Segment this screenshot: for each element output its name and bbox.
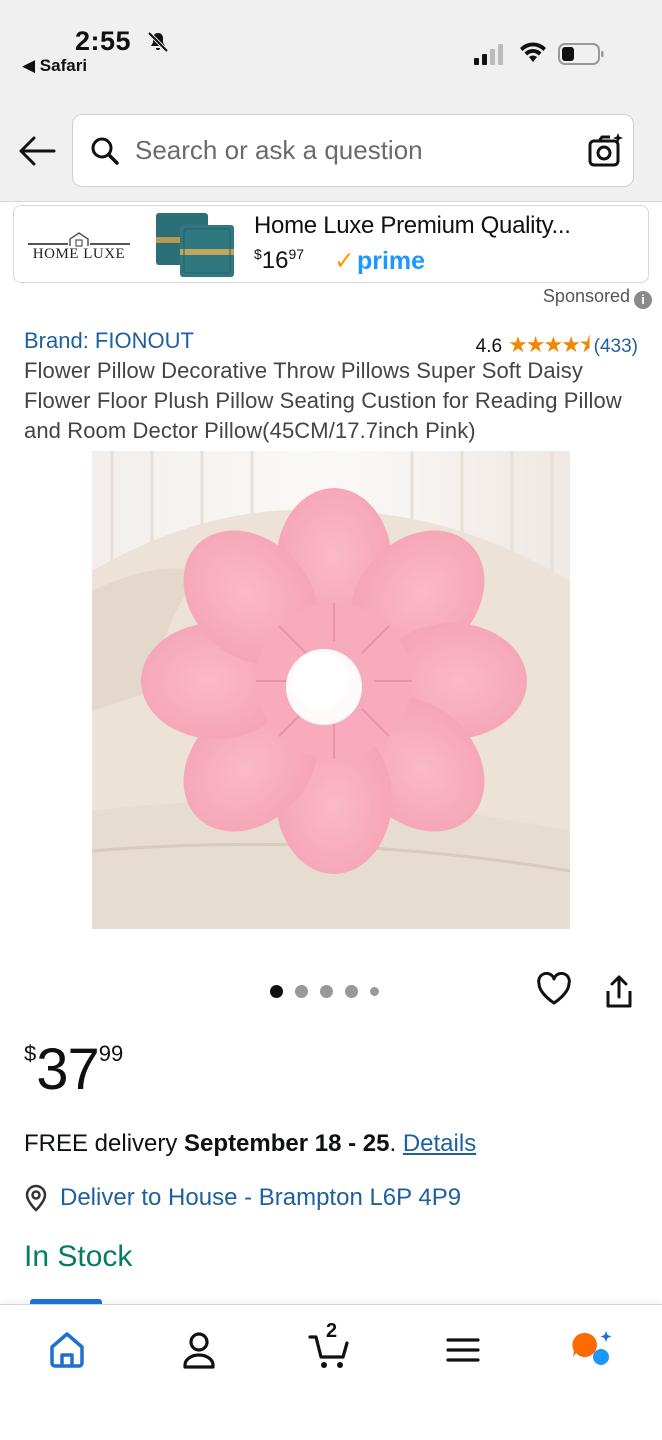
- account-icon[interactable]: [174, 1325, 224, 1375]
- carousel-dot[interactable]: [295, 985, 308, 998]
- sponsored-label[interactable]: Sponsored i: [543, 286, 652, 309]
- logo-text: HOME LUXE: [32, 246, 126, 262]
- cart-count: 2: [326, 1320, 338, 1342]
- details-link[interactable]: Details: [403, 1130, 476, 1157]
- ad-product-image: [156, 213, 234, 277]
- battery-icon: [558, 43, 604, 65]
- back-to-app-link[interactable]: ◀ Safari: [22, 56, 87, 76]
- carousel-dot[interactable]: [270, 985, 283, 998]
- location-pin-icon: [25, 1184, 47, 1212]
- bottom-nav: 2: [0, 1299, 662, 1440]
- search-header: [0, 100, 662, 202]
- ad-title: Home Luxe Premium Quality...: [254, 212, 571, 239]
- back-arrow-icon[interactable]: [16, 132, 58, 170]
- stock-status: In Stock: [24, 1240, 133, 1273]
- image-carousel-dots[interactable]: [270, 985, 379, 998]
- search-input[interactable]: [135, 115, 565, 186]
- wifi-icon: [520, 42, 546, 62]
- prime-check-icon: ✓: [334, 247, 355, 275]
- ad-price: $1697: [254, 246, 305, 274]
- wishlist-heart-icon[interactable]: [536, 972, 572, 1006]
- info-icon[interactable]: i: [634, 291, 652, 309]
- rating-count[interactable]: (433): [594, 336, 638, 358]
- share-icon[interactable]: [604, 974, 634, 1010]
- camera-search-icon[interactable]: [587, 131, 625, 169]
- silent-bell-icon: [147, 31, 169, 53]
- active-tab-indicator: [30, 1299, 102, 1304]
- sponsored-ad-banner[interactable]: HOME LUXE Home Luxe Premium Quality... $…: [13, 205, 649, 283]
- delivery-dates: September 18 - 25: [184, 1130, 390, 1157]
- carousel-dot[interactable]: [320, 985, 333, 998]
- carousel-dot[interactable]: [345, 985, 358, 998]
- cart-button[interactable]: 2: [306, 1320, 356, 1375]
- rating-value: 4.6: [475, 336, 503, 357]
- search-bar[interactable]: [72, 114, 634, 187]
- delivery-info: FREE delivery September 18 - 25. Details: [24, 1130, 477, 1157]
- carousel-dot[interactable]: [370, 987, 379, 996]
- brand-link[interactable]: Brand: FIONOUT: [24, 328, 194, 354]
- brand-logo: HOME LUXE: [28, 230, 130, 266]
- status-bar: 2:55 ◀ Safari: [0, 0, 662, 100]
- cellular-signal-icon: [474, 44, 503, 65]
- search-icon: [91, 137, 119, 165]
- product-price: $3799: [24, 1037, 124, 1102]
- menu-icon[interactable]: [438, 1325, 488, 1375]
- rufus-assistant-icon[interactable]: [568, 1325, 618, 1375]
- product-title: Flower Pillow Decorative Throw Pillows S…: [24, 358, 622, 443]
- status-time: 2:55: [75, 26, 132, 56]
- product-image[interactable]: [92, 451, 570, 929]
- home-icon[interactable]: [42, 1325, 92, 1375]
- deliver-to-link[interactable]: Deliver to House - Brampton L6P 4P9: [24, 1184, 461, 1212]
- prime-badge: ✓prime: [334, 247, 426, 275]
